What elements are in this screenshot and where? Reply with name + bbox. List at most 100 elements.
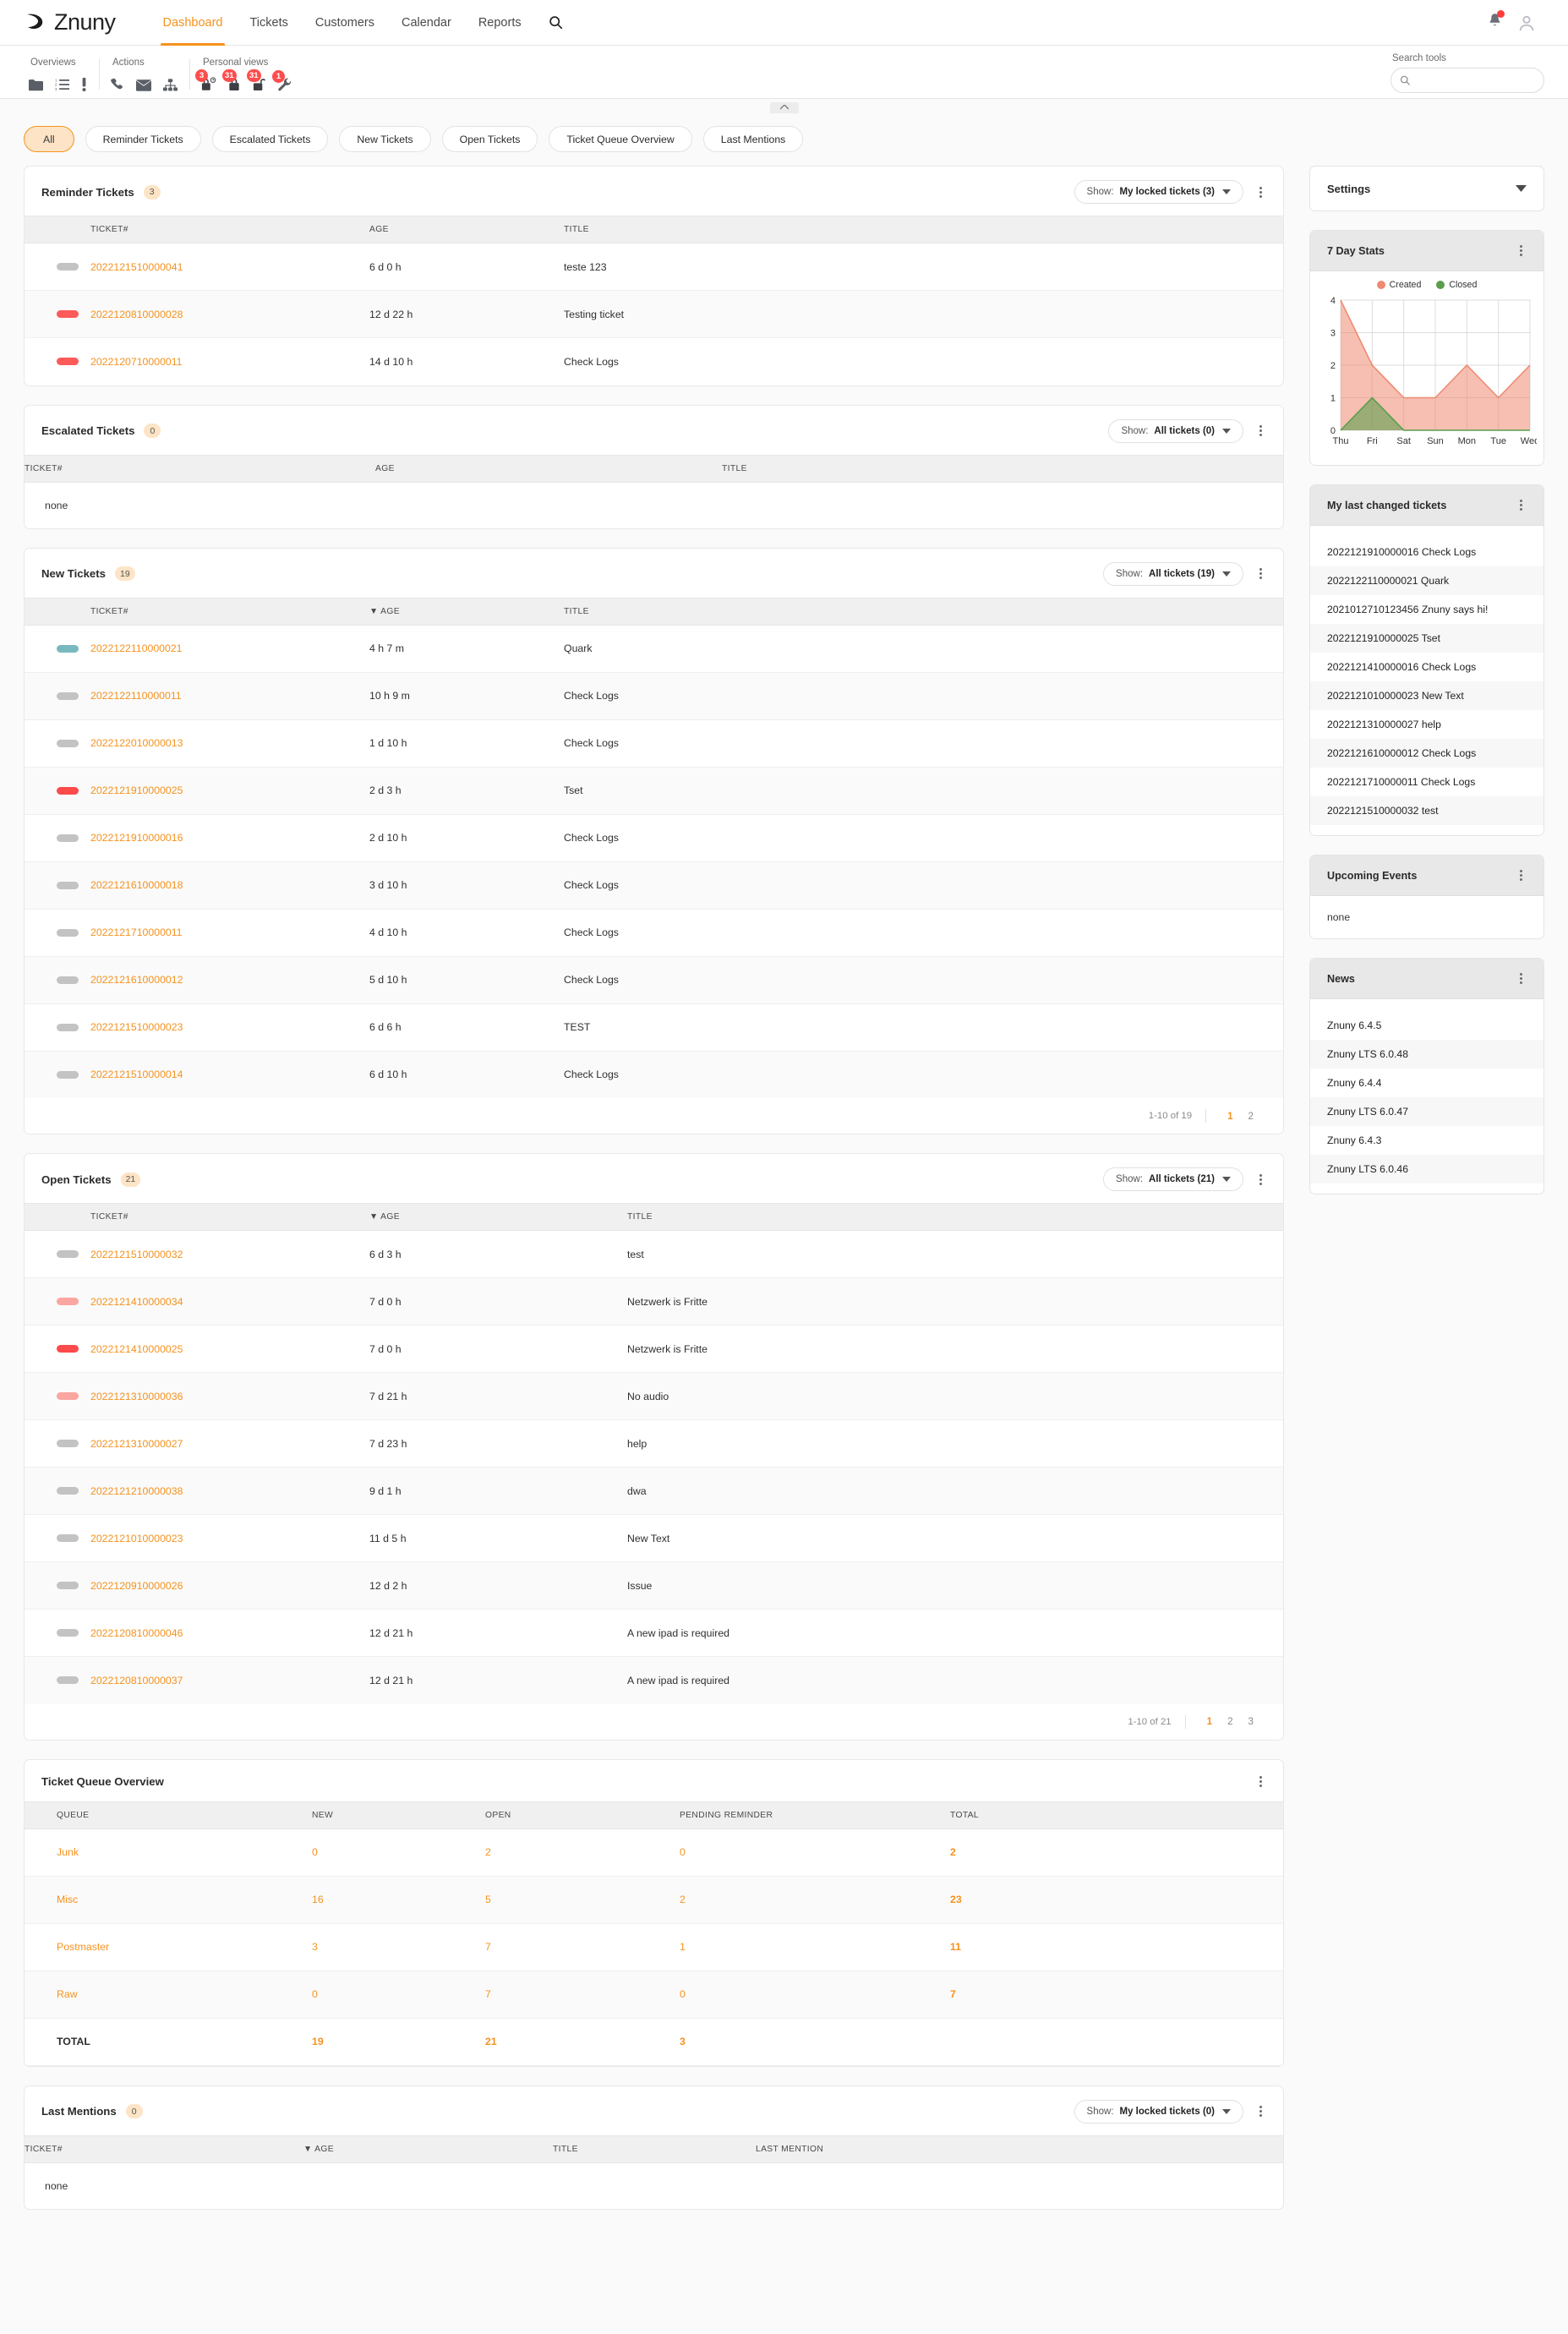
- chevron-up-icon[interactable]: [770, 102, 799, 113]
- table-row[interactable]: 20221217100000114 d 10 hCheck Logs: [25, 909, 1283, 956]
- news-item[interactable]: Znuny LTS 6.0.48: [1310, 1040, 1543, 1069]
- col-title[interactable]: TITLE: [722, 455, 1283, 482]
- widget-menu-icon[interactable]: [1255, 184, 1266, 200]
- page-button[interactable]: 3: [1241, 1716, 1261, 1727]
- ticket-number-link[interactable]: 2022120810000037: [90, 1675, 183, 1686]
- tab-last-mentions[interactable]: Last Mentions: [703, 126, 804, 152]
- col-title[interactable]: TITLE: [553, 2135, 756, 2162]
- widget-menu-icon[interactable]: [1255, 423, 1266, 439]
- page-button[interactable]: 1: [1220, 1111, 1240, 1122]
- show-filter-select[interactable]: Show: All tickets (19): [1103, 562, 1243, 586]
- avatar[interactable]: [1517, 14, 1536, 32]
- total-pending-count[interactable]: 3: [680, 2036, 686, 2047]
- show-filter-select[interactable]: Show: All tickets (0): [1108, 419, 1243, 443]
- col-last-mention[interactable]: LAST MENTION: [756, 2135, 1283, 2162]
- tab-open-tickets[interactable]: Open Tickets: [442, 126, 538, 152]
- last-changed-item[interactable]: 2021012710123456 Znuny says hi!: [1310, 595, 1543, 624]
- widget-menu-icon[interactable]: [1255, 1774, 1266, 1790]
- widget-menu-icon[interactable]: [1516, 243, 1527, 259]
- widget-menu-icon[interactable]: [1255, 566, 1266, 582]
- widget-menu-icon[interactable]: [1255, 1172, 1266, 1188]
- nav-item-calendar[interactable]: Calendar: [388, 0, 465, 46]
- queue-new-count[interactable]: 0: [312, 1988, 318, 2000]
- ticket-number-link[interactable]: 2022120710000011: [90, 356, 183, 368]
- list-numbered-icon[interactable]: 1 2 3: [55, 78, 69, 91]
- table-row[interactable]: 20221221100000214 h 7 mQuark: [25, 625, 1283, 672]
- col-ticket-number[interactable]: TICKET#: [90, 598, 369, 625]
- last-changed-item[interactable]: 2022121710000011 Check Logs: [1310, 768, 1543, 796]
- news-item[interactable]: Znuny LTS 6.0.47: [1310, 1097, 1543, 1126]
- table-row[interactable]: 2022120810000028 12 d 22 h Testing ticke…: [25, 291, 1283, 338]
- last-changed-item[interactable]: 2022121610000012 Check Logs: [1310, 739, 1543, 768]
- ticket-number-link[interactable]: 2022121510000041: [90, 261, 183, 273]
- nav-item-tickets[interactable]: Tickets: [236, 0, 301, 46]
- ticket-number-link[interactable]: 2022120910000026: [90, 1580, 183, 1592]
- table-row[interactable]: 20221216100000183 d 10 hCheck Logs: [25, 861, 1283, 909]
- queue-open-count[interactable]: 7: [485, 1988, 491, 2000]
- table-row[interactable]: 20221216100000125 d 10 hCheck Logs: [25, 956, 1283, 1003]
- widget-menu-icon[interactable]: [1255, 2103, 1266, 2119]
- ticket-number-link[interactable]: 2022121910000016: [90, 832, 183, 844]
- ticket-number-link[interactable]: 2022121510000023: [90, 1021, 183, 1033]
- show-filter-select[interactable]: Show: My locked tickets (3): [1074, 180, 1243, 204]
- queue-pending-count[interactable]: 1: [680, 1941, 686, 1953]
- search-input[interactable]: [1415, 74, 1535, 86]
- col-title[interactable]: TITLE: [627, 1204, 1283, 1231]
- search-icon[interactable]: [535, 15, 576, 30]
- tab-escalated-tickets[interactable]: Escalated Tickets: [212, 126, 329, 152]
- lock-clock-icon[interactable]: 3: [201, 77, 216, 91]
- ticket-number-link[interactable]: 2022122010000013: [90, 737, 183, 749]
- ticket-number-link[interactable]: 2022121210000038: [90, 1485, 183, 1497]
- table-row[interactable]: 20221212100000389 d 1 hdwa: [25, 1468, 1283, 1515]
- wrench-icon[interactable]: 1: [278, 78, 292, 91]
- phone-icon[interactable]: [111, 78, 124, 91]
- table-row[interactable]: 202212081000004612 d 21 hA new ipad is r…: [25, 1610, 1283, 1657]
- tab-ticket-queue-overview[interactable]: Ticket Queue Overview: [549, 126, 691, 152]
- widget-menu-icon[interactable]: [1516, 970, 1527, 987]
- table-row[interactable]: 20221219100000162 d 10 hCheck Logs: [25, 814, 1283, 861]
- chevron-down-icon[interactable]: [1516, 181, 1527, 196]
- bell-icon[interactable]: [1488, 13, 1502, 32]
- news-item[interactable]: Znuny LTS 6.0.46: [1310, 1155, 1543, 1183]
- queue-new-count[interactable]: 16: [312, 1894, 324, 1905]
- col-ticket-number[interactable]: TICKET#: [90, 216, 369, 243]
- page-button[interactable]: 2: [1220, 1716, 1240, 1727]
- table-row[interactable]: Junk0202: [25, 1828, 1283, 1876]
- nav-item-reports[interactable]: Reports: [465, 0, 535, 46]
- sitemap-icon[interactable]: [163, 79, 178, 91]
- col-ticket-number[interactable]: TICKET#: [90, 1204, 369, 1231]
- ticket-number-link[interactable]: 2022120810000046: [90, 1627, 183, 1639]
- ticket-number-link[interactable]: 2022121610000018: [90, 879, 183, 891]
- show-filter-select[interactable]: Show: All tickets (21): [1103, 1167, 1243, 1191]
- queue-open-count[interactable]: 2: [485, 1846, 491, 1858]
- col-age[interactable]: AGE: [375, 455, 722, 482]
- table-row[interactable]: Misc165223: [25, 1876, 1283, 1923]
- queue-total-count[interactable]: 11: [950, 1941, 961, 1953]
- table-row[interactable]: 20221215100000146 d 10 hCheck Logs: [25, 1051, 1283, 1098]
- last-changed-item[interactable]: 2022121910000025 Tset: [1310, 624, 1543, 653]
- last-changed-item[interactable]: 2022122110000021 Quark: [1310, 566, 1543, 595]
- news-item[interactable]: Znuny 6.4.5: [1310, 1011, 1543, 1040]
- nav-item-dashboard[interactable]: Dashboard: [150, 0, 237, 46]
- table-row[interactable]: 2022121510000041 6 d 0 h teste 123: [25, 243, 1283, 291]
- col-ticket-number[interactable]: TICKET#: [25, 455, 375, 482]
- total-new-count[interactable]: 19: [312, 2036, 324, 2047]
- tab-all[interactable]: All: [24, 126, 74, 152]
- nav-item-customers[interactable]: Customers: [302, 0, 388, 46]
- widget-menu-icon[interactable]: [1516, 867, 1527, 883]
- last-changed-item[interactable]: 2022121410000016 Check Logs: [1310, 653, 1543, 681]
- ticket-number-link[interactable]: 2022122110000011: [90, 690, 182, 702]
- page-button[interactable]: 1: [1199, 1716, 1220, 1727]
- queue-link[interactable]: Misc: [57, 1894, 78, 1905]
- folder-icon[interactable]: [29, 79, 43, 91]
- widget-menu-icon[interactable]: [1516, 497, 1527, 513]
- tab-reminder-tickets[interactable]: Reminder Tickets: [85, 126, 201, 152]
- news-item[interactable]: Znuny 6.4.3: [1310, 1126, 1543, 1155]
- ticket-number-link[interactable]: 2022121510000014: [90, 1069, 183, 1080]
- col-age[interactable]: ▼ AGE: [303, 2135, 553, 2162]
- envelope-icon[interactable]: [136, 79, 151, 91]
- search-tools-box[interactable]: [1390, 68, 1544, 93]
- queue-pending-count[interactable]: 0: [680, 1846, 686, 1858]
- lock-closed-icon[interactable]: 31: [228, 77, 241, 91]
- table-row[interactable]: Postmaster37111: [25, 1923, 1283, 1971]
